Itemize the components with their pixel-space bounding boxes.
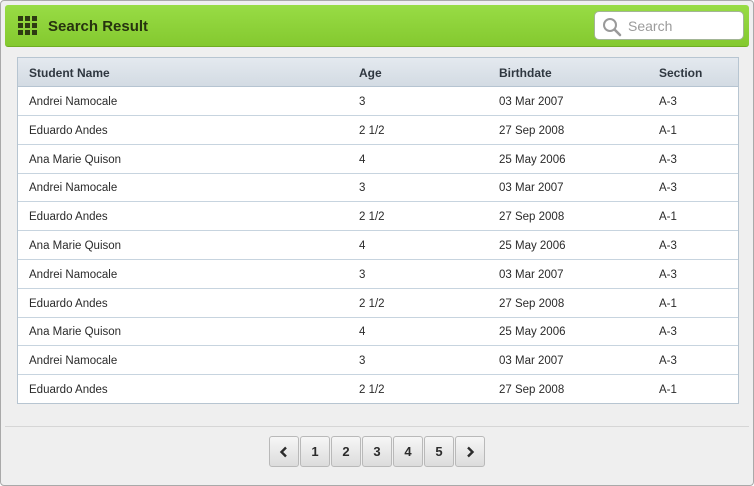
cell-student-name: Andrei Namocale <box>29 182 118 195</box>
table-row[interactable]: Ana Marie Quison 4 25 May 2006 A-3 <box>18 317 738 347</box>
cell-student-name: Eduardo Andes <box>29 297 108 310</box>
cell-section: A-3 <box>659 268 677 281</box>
cell-student-name: Ana Marie Quison <box>29 153 122 166</box>
cell-birthdate: 25 May 2006 <box>499 153 566 166</box>
cell-section: A-3 <box>659 326 677 339</box>
cell-section: A-1 <box>659 297 677 310</box>
search-placeholder: Search <box>628 18 673 34</box>
grid-icon <box>18 16 39 37</box>
pagination-bar: 1 2 3 4 5 <box>5 426 749 478</box>
table-row[interactable]: Ana Marie Quison 4 25 May 2006 A-3 <box>18 231 738 260</box>
column-header-section[interactable]: Section <box>659 66 702 80</box>
cell-section: A-3 <box>659 153 677 166</box>
page-title: Search Result <box>48 18 149 35</box>
cell-section: A-1 <box>659 211 677 224</box>
cell-student-name: Eduardo Andes <box>29 384 108 396</box>
search-result-window: Search Result Search Student Name Age Bi… <box>0 0 754 486</box>
title-bar: Search Result Search <box>5 5 749 47</box>
cell-section: A-3 <box>659 182 677 195</box>
table-row[interactable]: Andrei Namocale 3 03 Mar 2007 A-3 <box>18 87 738 116</box>
next-page-button[interactable] <box>455 436 485 467</box>
cell-section: A-3 <box>659 240 677 252</box>
cell-section: A-1 <box>659 124 677 137</box>
table-row[interactable]: Eduardo Andes 2 1/2 27 Sep 2008 A-1 <box>18 375 738 404</box>
cell-student-name: Ana Marie Quison <box>29 240 122 252</box>
cell-student-name: Andrei Namocale <box>29 268 118 281</box>
table-row[interactable]: Andrei Namocale 3 03 Mar 2007 A-3 <box>18 260 738 289</box>
column-header-age[interactable]: Age <box>359 66 382 80</box>
cell-birthdate: 27 Sep 2008 <box>499 211 565 224</box>
column-header-birthdate[interactable]: Birthdate <box>499 66 552 80</box>
prev-page-button[interactable] <box>269 436 299 467</box>
cell-birthdate: 25 May 2006 <box>499 326 566 339</box>
cell-student-name: Andrei Namocale <box>29 96 118 108</box>
pagination: 1 2 3 4 5 <box>269 436 486 467</box>
page-button-2[interactable]: 2 <box>331 436 361 467</box>
page-button-3[interactable]: 3 <box>362 436 392 467</box>
cell-birthdate: 27 Sep 2008 <box>499 297 565 310</box>
cell-age: 2 1/2 <box>359 124 385 137</box>
column-header-student-name[interactable]: Student Name <box>29 66 110 80</box>
cell-student-name: Andrei Namocale <box>29 355 118 368</box>
cell-age: 3 <box>359 268 366 281</box>
table-header: Student Name Age Birthdate Section <box>18 58 738 87</box>
results-table: Student Name Age Birthdate Section Andre… <box>17 57 739 404</box>
page-button-4[interactable]: 4 <box>393 436 423 467</box>
cell-birthdate: 03 Mar 2007 <box>499 268 564 281</box>
cell-birthdate: 27 Sep 2008 <box>499 124 565 137</box>
cell-section: A-1 <box>659 384 677 396</box>
chevron-right-icon <box>467 446 475 457</box>
cell-student-name: Eduardo Andes <box>29 124 108 137</box>
cell-age: 2 1/2 <box>359 297 385 310</box>
cell-age: 3 <box>359 182 366 195</box>
table-row[interactable]: Eduardo Andes 2 1/2 27 Sep 2008 A-1 <box>18 116 738 145</box>
cell-birthdate: 03 Mar 2007 <box>499 96 564 108</box>
cell-age: 4 <box>359 240 366 252</box>
cell-birthdate: 03 Mar 2007 <box>499 182 564 195</box>
table-row[interactable]: Eduardo Andes 2 1/2 27 Sep 2008 A-1 <box>18 202 738 232</box>
cell-section: A-3 <box>659 355 677 368</box>
cell-age: 4 <box>359 153 366 166</box>
table-row[interactable]: Ana Marie Quison 4 25 May 2006 A-3 <box>18 145 738 174</box>
search-input[interactable]: Search <box>594 11 744 40</box>
table-row[interactable]: Eduardo Andes 2 1/2 27 Sep 2008 A-1 <box>18 289 738 318</box>
cell-section: A-3 <box>659 96 677 108</box>
table-row[interactable]: Andrei Namocale 3 03 Mar 2007 A-3 <box>18 173 738 203</box>
cell-age: 3 <box>359 96 366 108</box>
cell-student-name: Ana Marie Quison <box>29 326 122 339</box>
cell-birthdate: 27 Sep 2008 <box>499 384 565 396</box>
search-icon <box>603 18 622 37</box>
table-row[interactable]: Andrei Namocale 3 03 Mar 2007 A-3 <box>18 346 738 376</box>
page-button-1[interactable]: 1 <box>300 436 330 467</box>
cell-age: 2 1/2 <box>359 384 385 396</box>
chevron-left-icon <box>279 446 287 457</box>
cell-age: 3 <box>359 355 366 368</box>
cell-age: 4 <box>359 326 366 339</box>
cell-birthdate: 03 Mar 2007 <box>499 355 564 368</box>
cell-age: 2 1/2 <box>359 211 385 224</box>
cell-student-name: Eduardo Andes <box>29 211 108 224</box>
page-button-5[interactable]: 5 <box>424 436 454 467</box>
cell-birthdate: 25 May 2006 <box>499 240 566 252</box>
